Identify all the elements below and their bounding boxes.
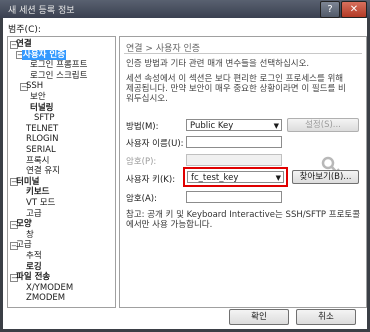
description-line: 제공됩니다. 만약 보안이 매우 중요한 상황이라면 이 필드를 비 (126, 84, 346, 94)
tree-item[interactable]: RLOGIN (26, 134, 58, 144)
window-title: 새 세션 등록 정보 (8, 6, 75, 16)
category-label: 범주(C): (8, 25, 41, 35)
method-select[interactable]: Public Key ▼ (186, 119, 282, 131)
tree-item[interactable]: TELNET (26, 124, 58, 134)
dropdown-arrow-icon: ▼ (275, 174, 281, 182)
description-line: 워두십시오. (126, 94, 168, 104)
description-line: 세션 속성에서 이 섹션은 보다 편리한 로그인 프로세스를 위해 (126, 74, 344, 84)
tree-item[interactable]: 고급 (16, 240, 32, 250)
tree-item[interactable]: SSH (26, 81, 43, 91)
cancel-button[interactable]: 취소 (296, 309, 356, 325)
method-select-value: Public Key (190, 121, 234, 131)
tree-item[interactable]: SERIAL (26, 145, 56, 155)
help-button[interactable]: ? (320, 1, 340, 18)
user-key-label: 사용자 키(K): (126, 175, 176, 185)
tree-item[interactable]: VT 모드 (26, 198, 55, 208)
session-properties-dialog: 새 세션 등록 정보 ? ✕ 범주(C): − 연결 − 사용자 인증 로그인 프롬프트… (0, 0, 370, 332)
title-bar[interactable]: 새 세션 등록 정보 ? ✕ (0, 0, 370, 18)
ok-button[interactable]: 확인 (229, 309, 289, 325)
tree-item[interactable]: 로깅 (26, 262, 42, 272)
tree-item[interactable]: 터미널 (16, 177, 39, 187)
tree-item[interactable]: X/YMODEM (26, 283, 73, 293)
settings-button[interactable]: 설정(S)... (287, 118, 359, 132)
tree-item[interactable]: 사용자 인증 (22, 49, 67, 60)
note-line: 참고: 공개 키 및 Keyboard Interactive는 SSH/SFT… (126, 210, 361, 220)
tree-item[interactable]: 보안 (30, 92, 46, 102)
username-label: 사용자 이름(U): (126, 139, 184, 149)
close-button[interactable]: ✕ (341, 1, 367, 18)
breadcrumb-divider (124, 53, 362, 54)
tree-item[interactable]: 파일 전송 (16, 272, 50, 282)
tree-item[interactable]: 고급 (26, 209, 42, 219)
tree-item[interactable]: 추적 (26, 251, 42, 261)
method-label: 방법(M): (126, 122, 159, 132)
user-key-select-value: fc_test_key (191, 173, 239, 183)
tree-item[interactable]: 터널링 (30, 103, 53, 113)
description-line: 인증 방법과 기타 관련 매개 변수들을 선택하십시오. (126, 59, 310, 69)
tree-item[interactable]: 로그인 스크립트 (30, 71, 87, 81)
tree-item[interactable]: 창 (26, 230, 34, 240)
dialog-client-area: 범주(C): − 연결 − 사용자 인증 로그인 프롬프트 로그인 스크립트 − SSH 보안 터… (3, 18, 367, 329)
category-tree[interactable]: − 연결 − 사용자 인증 로그인 프롬프트 로그인 스크립트 − SSH 보안 터널링 SFTP T… (7, 36, 116, 308)
passphrase-label: 암호(A): (126, 194, 157, 204)
tree-item[interactable]: 프록시 (26, 156, 49, 166)
password-input[interactable] (186, 154, 282, 166)
note-line: 에서만 사용 가능합니다. (126, 220, 213, 230)
tree-item[interactable]: 키보드 (26, 187, 49, 197)
tree-item[interactable]: 로그인 프롬프트 (30, 60, 87, 70)
password-label: 암호(P): (126, 157, 157, 167)
tree-item[interactable]: SFTP (34, 113, 54, 123)
passphrase-input[interactable] (186, 191, 282, 203)
tree-item[interactable]: 모양 (16, 219, 32, 229)
tree-item[interactable]: 연결 유지 (26, 166, 60, 176)
tree-item[interactable]: 연결 (16, 39, 32, 49)
settings-panel: 연결 > 사용자 인증 인증 방법과 기타 관련 매개 변수들을 선택하십시오.… (119, 36, 367, 308)
browse-button[interactable]: 찾아보기(B)... (292, 170, 359, 184)
tree-item[interactable]: ZMODEM (26, 293, 65, 303)
user-key-select[interactable]: fc_test_key ▼ (187, 171, 284, 183)
username-input[interactable] (186, 136, 282, 148)
dropdown-arrow-icon: ▼ (273, 122, 279, 130)
